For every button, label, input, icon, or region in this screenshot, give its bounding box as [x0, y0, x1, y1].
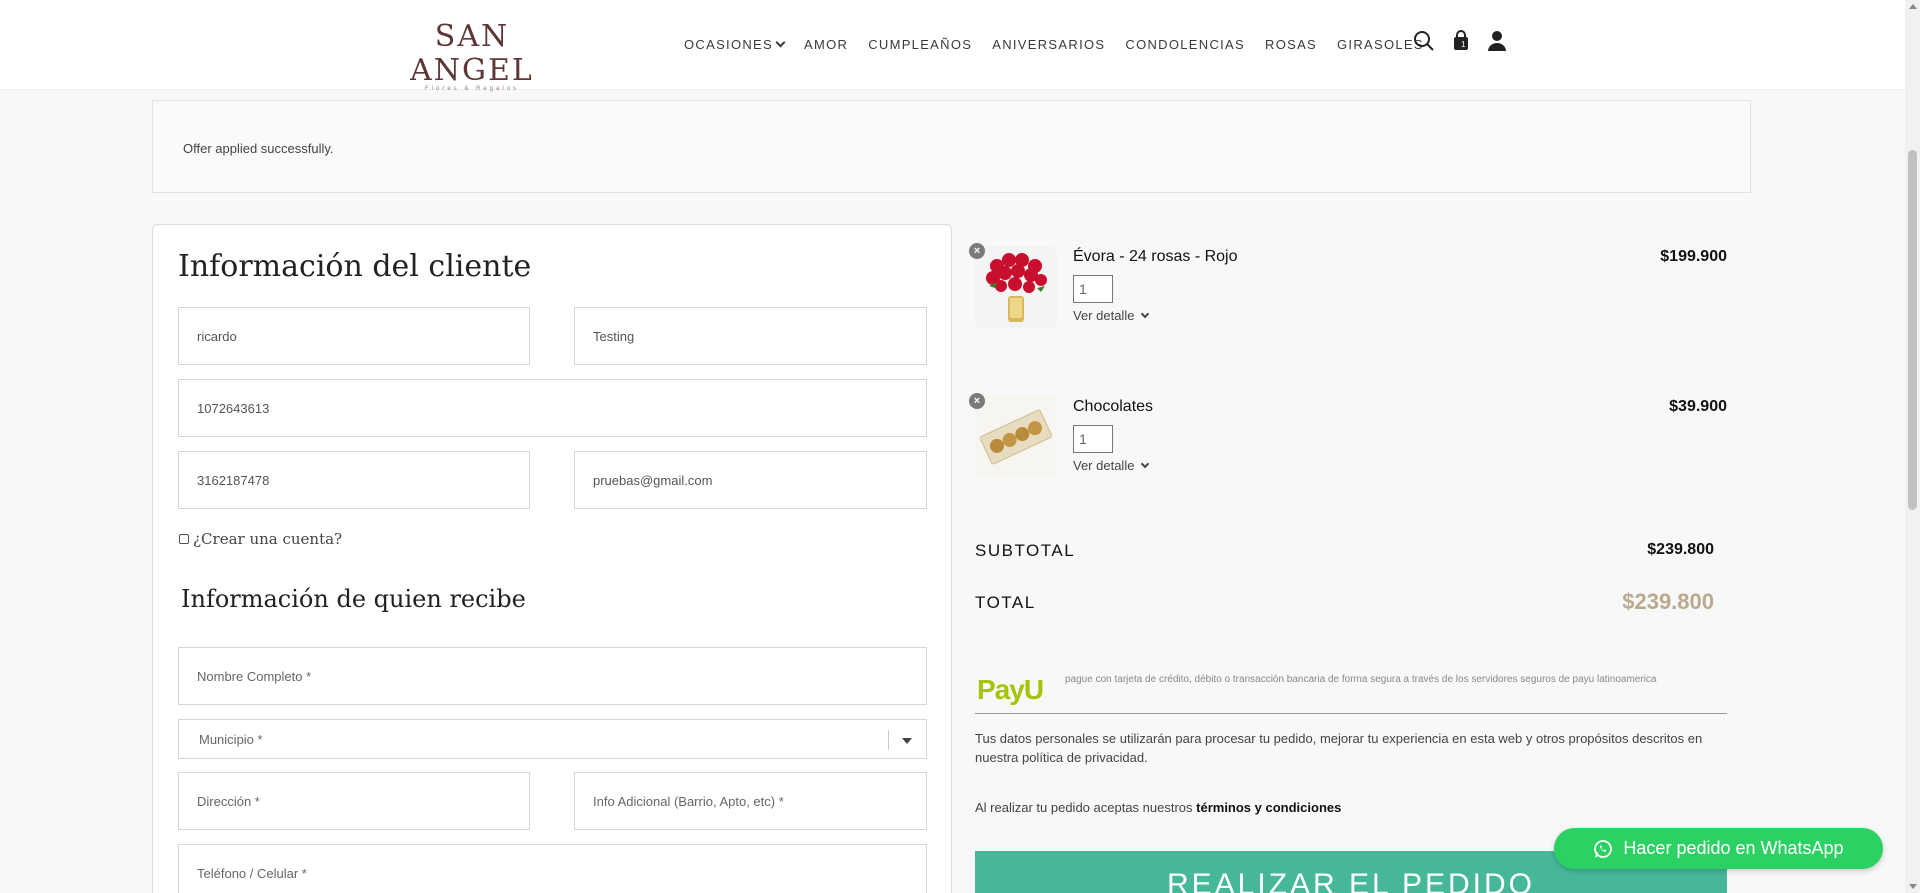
- view-detail-toggle[interactable]: Ver detalle: [1073, 308, 1150, 323]
- document-field[interactable]: 1072643613: [178, 379, 927, 437]
- quantity-input[interactable]: 1: [1073, 275, 1113, 303]
- search-icon[interactable]: [1413, 30, 1435, 52]
- recipient-name-input[interactable]: Nombre Completo *: [178, 647, 927, 705]
- payu-logo: PayU: [977, 674, 1044, 705]
- product-image: [975, 246, 1057, 328]
- scrollbar-thumb[interactable]: [1908, 150, 1917, 510]
- address-input[interactable]: Dirección *: [178, 772, 530, 830]
- privacy-notice: Tus datos personales se utilizarán para …: [975, 731, 1703, 765]
- customer-info-title: Información del cliente: [178, 249, 532, 284]
- scroll-down-icon[interactable]: [1909, 884, 1917, 889]
- municipality-select[interactable]: Municipio *: [178, 719, 927, 759]
- brand-logo[interactable]: SAN ANGEL Flores & Regalos: [388, 19, 556, 93]
- create-account-checkbox[interactable]: [179, 534, 189, 544]
- recipient-phone-input[interactable]: Teléfono / Celular *: [178, 844, 927, 893]
- remove-item-icon[interactable]: ×: [969, 243, 985, 259]
- item-name: Évora - 24 rosas - Rojo: [1073, 248, 1238, 265]
- terms-link[interactable]: términos y condiciones: [1196, 800, 1341, 815]
- chevron-down-icon: [1141, 459, 1150, 469]
- whatsapp-order-button[interactable]: Hacer pedido en WhatsApp: [1554, 828, 1883, 869]
- subtotal-value: $239.800: [1647, 541, 1714, 558]
- first-name-field[interactable]: ricardo: [178, 307, 530, 365]
- item-price: $39.900: [1669, 398, 1727, 415]
- subtotal-label: SUBTOTAL: [975, 541, 1076, 560]
- view-detail-label: Ver detalle: [1073, 308, 1135, 323]
- recipient-info-title: Información de quien recibe: [181, 585, 526, 613]
- phone-field[interactable]: 3162187478: [178, 451, 530, 509]
- offer-notice: Offer applied successfully.: [152, 100, 1751, 193]
- user-icon[interactable]: [1487, 30, 1509, 52]
- quantity-input[interactable]: 1: [1073, 425, 1113, 453]
- payu-description: pague con tarjeta de crédito, débito o t…: [1065, 674, 1657, 685]
- total-value: $239.800: [1622, 589, 1714, 614]
- whatsapp-icon: [1594, 839, 1613, 858]
- chevron-down-icon: [775, 37, 786, 48]
- create-account-label: ¿Crear una cuenta?: [193, 530, 343, 548]
- cart-item: × Chocolates $39.900 1 Ver detalle: [969, 393, 1727, 486]
- create-account-row[interactable]: ¿Crear una cuenta?: [179, 530, 342, 548]
- nav-item-condolencias[interactable]: CONDOLENCIAS: [1125, 37, 1245, 52]
- nav-item-aniversarios[interactable]: ANIVERSARIOS: [992, 37, 1105, 52]
- nav-item-cumpleanos[interactable]: CUMPLEAÑOS: [868, 37, 972, 52]
- nav-item-amor[interactable]: AMOR: [804, 37, 848, 52]
- payment-method: PayU pague con tarjeta de crédito, débit…: [975, 672, 1727, 714]
- dropdown-arrow-icon: [902, 738, 912, 744]
- email-field[interactable]: pruebas@gmail.com: [574, 451, 927, 509]
- total-label: TOTAL: [975, 593, 1036, 612]
- product-image: [975, 396, 1057, 478]
- site-header: SAN ANGEL Flores & Regalos OCASIONES AMO…: [0, 0, 1905, 93]
- page-scrollbar[interactable]: [1905, 0, 1920, 893]
- view-detail-label: Ver detalle: [1073, 458, 1135, 473]
- checkout-form: Información del cliente ricardo Testing …: [152, 224, 952, 893]
- view-detail-toggle[interactable]: Ver detalle: [1073, 458, 1150, 473]
- brand-name: SAN ANGEL: [410, 19, 534, 88]
- cart-count: 1: [1461, 40, 1466, 49]
- remove-item-icon[interactable]: ×: [969, 393, 985, 409]
- last-name-field[interactable]: Testing: [574, 307, 927, 365]
- extra-info-input[interactable]: Info Adicional (Barrio, Apto, etc) *: [574, 772, 927, 830]
- item-name: Chocolates: [1073, 398, 1154, 415]
- whatsapp-button-label: Hacer pedido en WhatsApp: [1623, 838, 1844, 858]
- chevron-down-icon: [1141, 309, 1150, 319]
- nav-item-ocasiones[interactable]: OCASIONES: [684, 37, 786, 52]
- terms-prefix: Al realizar tu pedido aceptas nuestros: [975, 800, 1193, 815]
- terms-notice: Al realizar tu pedido aceptas nuestros t…: [975, 800, 1341, 815]
- cart-icon[interactable]: 1: [1452, 30, 1474, 52]
- select-separator: [888, 730, 889, 750]
- main-nav: OCASIONES AMOR CUMPLEAÑOS ANIVERSARIOS C…: [684, 37, 1424, 52]
- scroll-up-icon[interactable]: [1909, 4, 1917, 9]
- item-price: $199.900: [1660, 248, 1727, 265]
- nav-item-rosas[interactable]: ROSAS: [1265, 37, 1317, 52]
- municipality-placeholder: Municipio *: [199, 731, 263, 747]
- cart-item: × Évora - 24 rosas - Rojo $199.900 1 Ver…: [969, 243, 1727, 336]
- nav-item-girasoles[interactable]: GIRASOLES: [1337, 37, 1424, 52]
- notice-text: Offer applied successfully.: [183, 141, 334, 156]
- nav-item-label: OCASIONES: [684, 37, 773, 52]
